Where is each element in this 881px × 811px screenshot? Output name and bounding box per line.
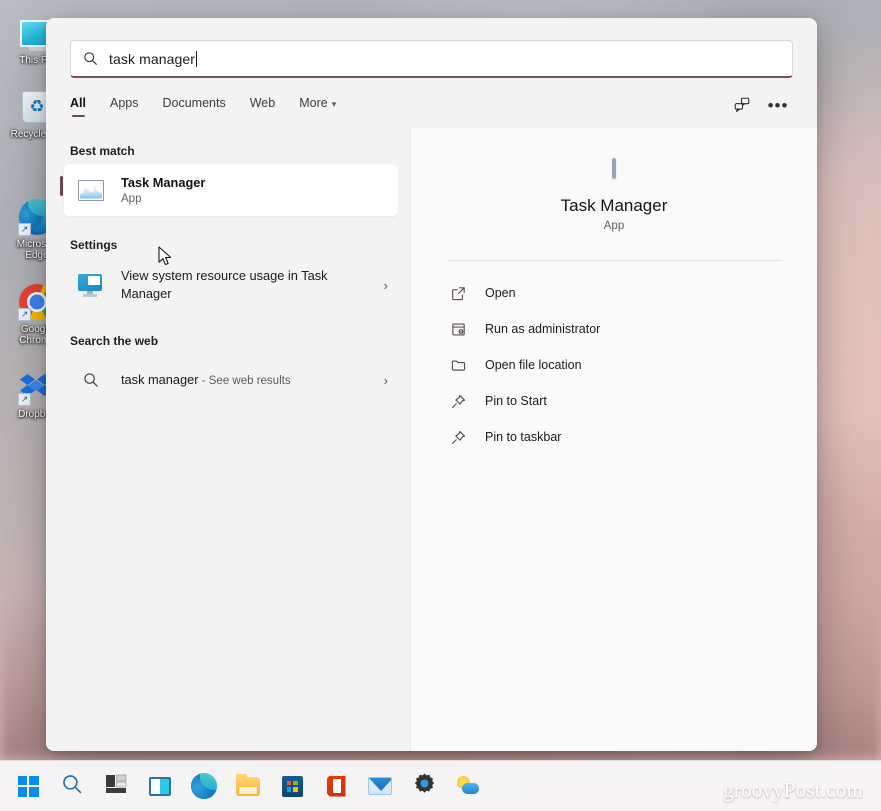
watermark: groovyPost.com (723, 778, 863, 802)
desktop: This PC ♻ Recycle Bin ↗ Microsoft Edge ↗… (0, 0, 881, 811)
taskbar-weather-button[interactable] (447, 765, 489, 807)
taskbar-search-button[interactable] (51, 765, 93, 807)
action-open-file-location[interactable]: Open file location (435, 347, 793, 383)
result-subtitle-inline: - See web results (198, 375, 291, 387)
taskbar-microsoft-edge-button[interactable] (183, 765, 225, 807)
section-label-best-match: Best match (70, 144, 135, 158)
tab-documents[interactable]: Documents (162, 92, 225, 118)
search-flyout-panel: task manager All Apps Documents Web More… (46, 18, 817, 751)
chevron-down-icon: ▾ (331, 99, 337, 109)
action-pin-to-start[interactable]: Pin to Start (435, 383, 793, 419)
action-run-as-administrator[interactable]: Run as administrator (435, 311, 793, 347)
tab-label: More (299, 96, 328, 110)
result-subtitle: App (121, 192, 142, 205)
result-text: task manager - See web results (121, 371, 376, 389)
mail-icon (368, 777, 392, 795)
widgets-icon (105, 774, 127, 799)
tab-apps[interactable]: Apps (110, 92, 139, 118)
taskbar-settings-button[interactable] (403, 765, 445, 807)
tab-more[interactable]: More ▾ (299, 92, 336, 118)
tab-label: Apps (109, 96, 139, 110)
taskbar-items (0, 765, 490, 807)
pin-icon (445, 390, 471, 412)
gear-icon (413, 772, 436, 800)
taskbar-microsoft-store-button[interactable] (271, 765, 313, 807)
search-icon (74, 363, 108, 397)
action-label: Pin to taskbar (485, 430, 562, 444)
result-text: Task Manager App (121, 174, 388, 207)
search-input-value: task manager (109, 50, 196, 67)
microsoft-edge-icon (191, 773, 217, 799)
action-label: Run as administrator (485, 322, 601, 336)
tab-all[interactable]: All (70, 92, 86, 118)
taskbar-task-view-button[interactable] (139, 765, 181, 807)
result-item-task-manager[interactable]: Task Manager App (60, 164, 398, 216)
chevron-right-icon[interactable]: › (376, 278, 388, 293)
task-view-icon (149, 776, 171, 796)
tab-label: Web (249, 96, 276, 110)
divider (447, 260, 781, 261)
section-label-search-the-web: Search the web (70, 334, 159, 348)
result-title: task manager (121, 372, 199, 387)
section-label-settings: Settings (70, 238, 118, 252)
result-text: View system resource usage in Task Manag… (121, 267, 376, 303)
action-label: Open file location (485, 358, 582, 372)
more-options-glyph: ••• (767, 95, 789, 115)
action-label: Pin to Start (485, 394, 547, 408)
chevron-right-icon[interactable]: › (376, 373, 388, 388)
pin-icon (445, 426, 471, 448)
folder-icon (236, 773, 260, 796)
taskbar-mail-button[interactable] (359, 765, 401, 807)
preview-header: Task Manager App (411, 154, 817, 254)
result-item-web-search[interactable]: task manager - See web results › (64, 354, 398, 406)
result-item-view-system-resource-usage[interactable]: View system resource usage in Task Manag… (64, 258, 398, 312)
shortcut-arrow-icon: ↗ (18, 393, 31, 406)
weather-icon (456, 776, 480, 796)
tab-web[interactable]: Web (250, 92, 275, 118)
result-title: Task Manager (121, 174, 206, 190)
microsoft-store-icon (281, 775, 303, 797)
tab-label: Documents (162, 96, 226, 110)
action-open[interactable]: Open (435, 275, 793, 311)
tab-label: All (70, 96, 86, 110)
taskbar-office-button[interactable] (315, 765, 357, 807)
folder-icon (445, 354, 471, 376)
search-input[interactable]: task manager (70, 40, 793, 78)
action-label: Open (485, 286, 516, 300)
taskbar-widgets-button[interactable] (95, 765, 137, 807)
preview-subtitle: App (603, 220, 625, 232)
task-manager-icon (612, 158, 616, 179)
more-options-icon[interactable]: ••• (763, 90, 793, 120)
preview-title: Task Manager (560, 196, 668, 215)
search-icon (61, 773, 83, 800)
windows-logo-icon (17, 775, 39, 797)
text-caret (196, 50, 198, 67)
shortcut-arrow-icon: ↗ (18, 308, 31, 321)
search-results-column: Best match Task Manager App Settings Vie… (46, 128, 410, 751)
search-icon (83, 51, 98, 66)
system-monitor-icon (74, 268, 108, 302)
search-filter-tabs: All Apps Documents Web More ▾ ••• (46, 82, 817, 128)
feedback-icon[interactable] (727, 90, 757, 120)
search-header: task manager (46, 18, 817, 78)
search-results-body: Best match Task Manager App Settings Vie… (46, 128, 817, 751)
office-icon (326, 775, 346, 797)
result-title: View system resource usage in Task Manag… (121, 268, 328, 301)
shield-admin-icon (445, 318, 471, 340)
open-external-icon (445, 282, 471, 304)
taskbar-file-explorer-button[interactable] (227, 765, 269, 807)
action-pin-to-taskbar[interactable]: Pin to taskbar (435, 419, 793, 455)
task-manager-icon (74, 173, 108, 207)
preview-panel: Task Manager App Open Run as administrat… (410, 128, 817, 751)
taskbar-start-button[interactable] (7, 765, 49, 807)
shortcut-arrow-icon: ↗ (18, 223, 31, 236)
